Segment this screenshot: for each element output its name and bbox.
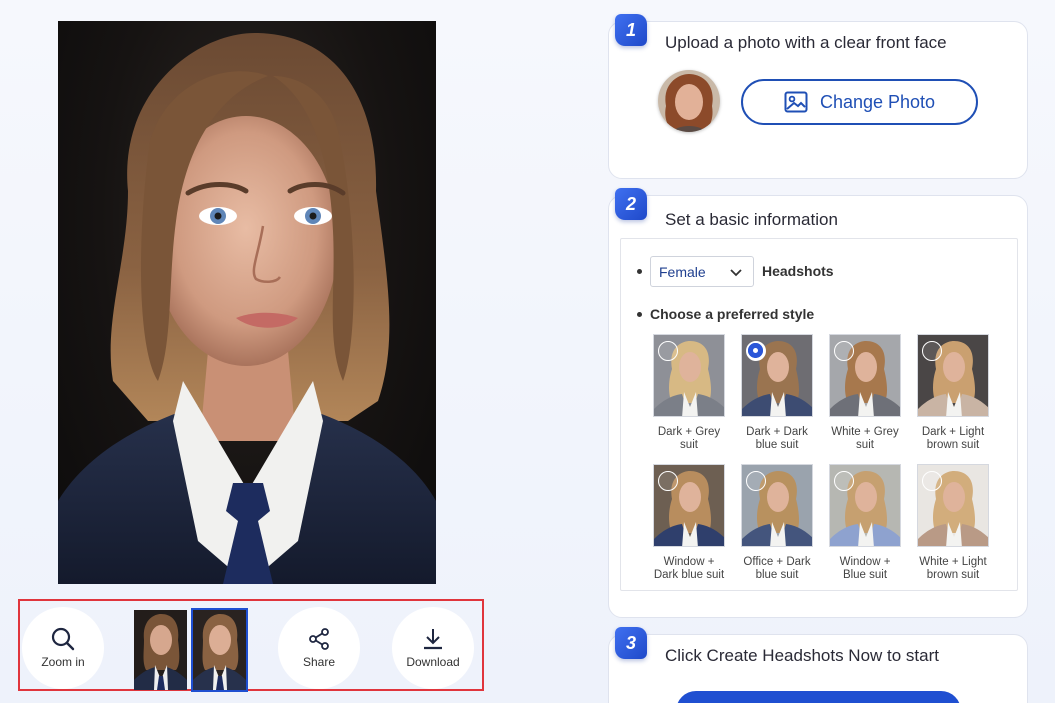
share-icon <box>309 628 329 650</box>
style-radio[interactable] <box>834 471 854 491</box>
style-thumbnail <box>653 334 725 417</box>
style-radio[interactable] <box>922 471 942 491</box>
change-photo-button[interactable]: Change Photo <box>741 79 978 125</box>
style-thumbnail <box>741 334 813 417</box>
style-caption-line1: Window + <box>839 556 891 568</box>
style-radio[interactable] <box>658 341 678 361</box>
download-label: Download <box>406 655 460 669</box>
style-option[interactable]: Dark + Light brown suit <box>917 334 989 452</box>
search-icon <box>51 627 75 651</box>
style-caption: Office + Dark blue suit <box>741 556 813 582</box>
step1-title: Upload a photo with a clear front face <box>665 33 947 52</box>
style-caption-line2: blue suit <box>755 569 799 581</box>
choose-style-label: Choose a preferred style <box>650 306 815 322</box>
step1-card: 1 Upload a photo with a clear front face… <box>608 14 1028 179</box>
style-thumbnail <box>829 334 901 417</box>
uploaded-photo-avatar <box>658 70 720 132</box>
bullet <box>637 312 642 317</box>
style-option[interactable]: Window + Dark blue suit <box>653 464 725 582</box>
style-thumbnail <box>917 334 989 417</box>
style-option[interactable]: Dark + Dark blue suit <box>741 334 813 452</box>
style-caption-line1: Dark + Dark <box>746 426 808 438</box>
style-caption: Dark + Dark blue suit <box>741 426 813 452</box>
bullet <box>637 269 642 274</box>
style-caption-line2: Dark blue suit <box>653 569 725 581</box>
style-caption: Dark + Light brown suit <box>917 426 989 452</box>
style-option[interactable]: White + Light brown suit <box>917 464 989 582</box>
step3-badge: 3 <box>615 627 647 659</box>
share-button[interactable]: Share <box>278 607 360 689</box>
style-radio[interactable] <box>834 341 854 361</box>
style-caption-line1: Window + <box>663 556 715 568</box>
style-thumbnail <box>829 464 901 547</box>
style-caption-line2: brown suit <box>926 439 980 451</box>
style-thumbnail <box>917 464 989 547</box>
style-caption: Window + Dark blue suit <box>653 556 725 582</box>
style-radio[interactable] <box>922 341 942 361</box>
image-icon <box>784 91 808 113</box>
style-radio[interactable] <box>746 471 766 491</box>
create-headshots-button[interactable] <box>676 691 961 703</box>
basic-info-box: Female Headshots Choose a preferred styl… <box>620 238 1018 591</box>
step3-card: 3 Click Create Headshots Now to start <box>608 627 1028 703</box>
style-radio[interactable] <box>746 341 766 361</box>
zoom-in-label: Zoom in <box>41 655 85 669</box>
style-caption-line2: blue suit <box>755 439 799 451</box>
style-caption-line1: Office + Dark <box>743 556 811 568</box>
style-option[interactable]: Office + Dark blue suit <box>741 464 813 582</box>
download-button[interactable]: Download <box>392 607 474 689</box>
style-caption-line2: Blue suit <box>842 569 888 581</box>
style-caption: White + Grey suit <box>829 426 901 452</box>
style-caption-line1: Dark + Grey <box>657 426 721 438</box>
style-caption-line1: White + Grey <box>831 426 899 438</box>
style-option[interactable]: White + Grey suit <box>829 334 901 452</box>
headshot-preview-image <box>58 21 436 584</box>
zoom-in-button[interactable]: Zoom in <box>22 607 104 689</box>
gender-value: Female <box>659 263 706 280</box>
headshots-label: Headshots <box>762 263 834 279</box>
result-thumbnail-1[interactable] <box>134 610 187 690</box>
style-thumbnail <box>653 464 725 547</box>
style-caption-line2: brown suit <box>926 569 980 581</box>
style-radio[interactable] <box>658 471 678 491</box>
result-thumbnail-2[interactable] <box>191 608 248 692</box>
share-label: Share <box>302 655 336 669</box>
step2-card: 2 Set a basic information Female Headsho… <box>608 188 1028 618</box>
style-caption-line1: Dark + Light <box>921 426 985 438</box>
step3-title: Click Create Headshots Now to start <box>665 646 939 665</box>
style-caption-line2: suit <box>680 439 698 451</box>
style-caption: White + Light brown suit <box>917 556 989 582</box>
style-caption-line2: suit <box>856 439 874 451</box>
style-option[interactable]: Window + Blue suit <box>829 464 901 582</box>
change-photo-label: Change Photo <box>819 91 936 112</box>
style-caption-line1: White + Light <box>919 556 987 568</box>
style-thumbnail <box>741 464 813 547</box>
style-caption: Dark + Grey suit <box>653 426 725 452</box>
step2-badge: 2 <box>615 188 647 220</box>
style-option[interactable]: Dark + Grey suit <box>653 334 725 452</box>
download-icon <box>424 629 442 650</box>
step2-title: Set a basic information <box>665 210 838 229</box>
chevron-down-icon <box>730 269 742 277</box>
preview-toolbar: Zoom in Share Download <box>18 599 484 692</box>
step1-badge: 1 <box>615 14 647 46</box>
style-caption: Window + Blue suit <box>829 556 901 582</box>
gender-select[interactable]: Female <box>650 256 754 287</box>
